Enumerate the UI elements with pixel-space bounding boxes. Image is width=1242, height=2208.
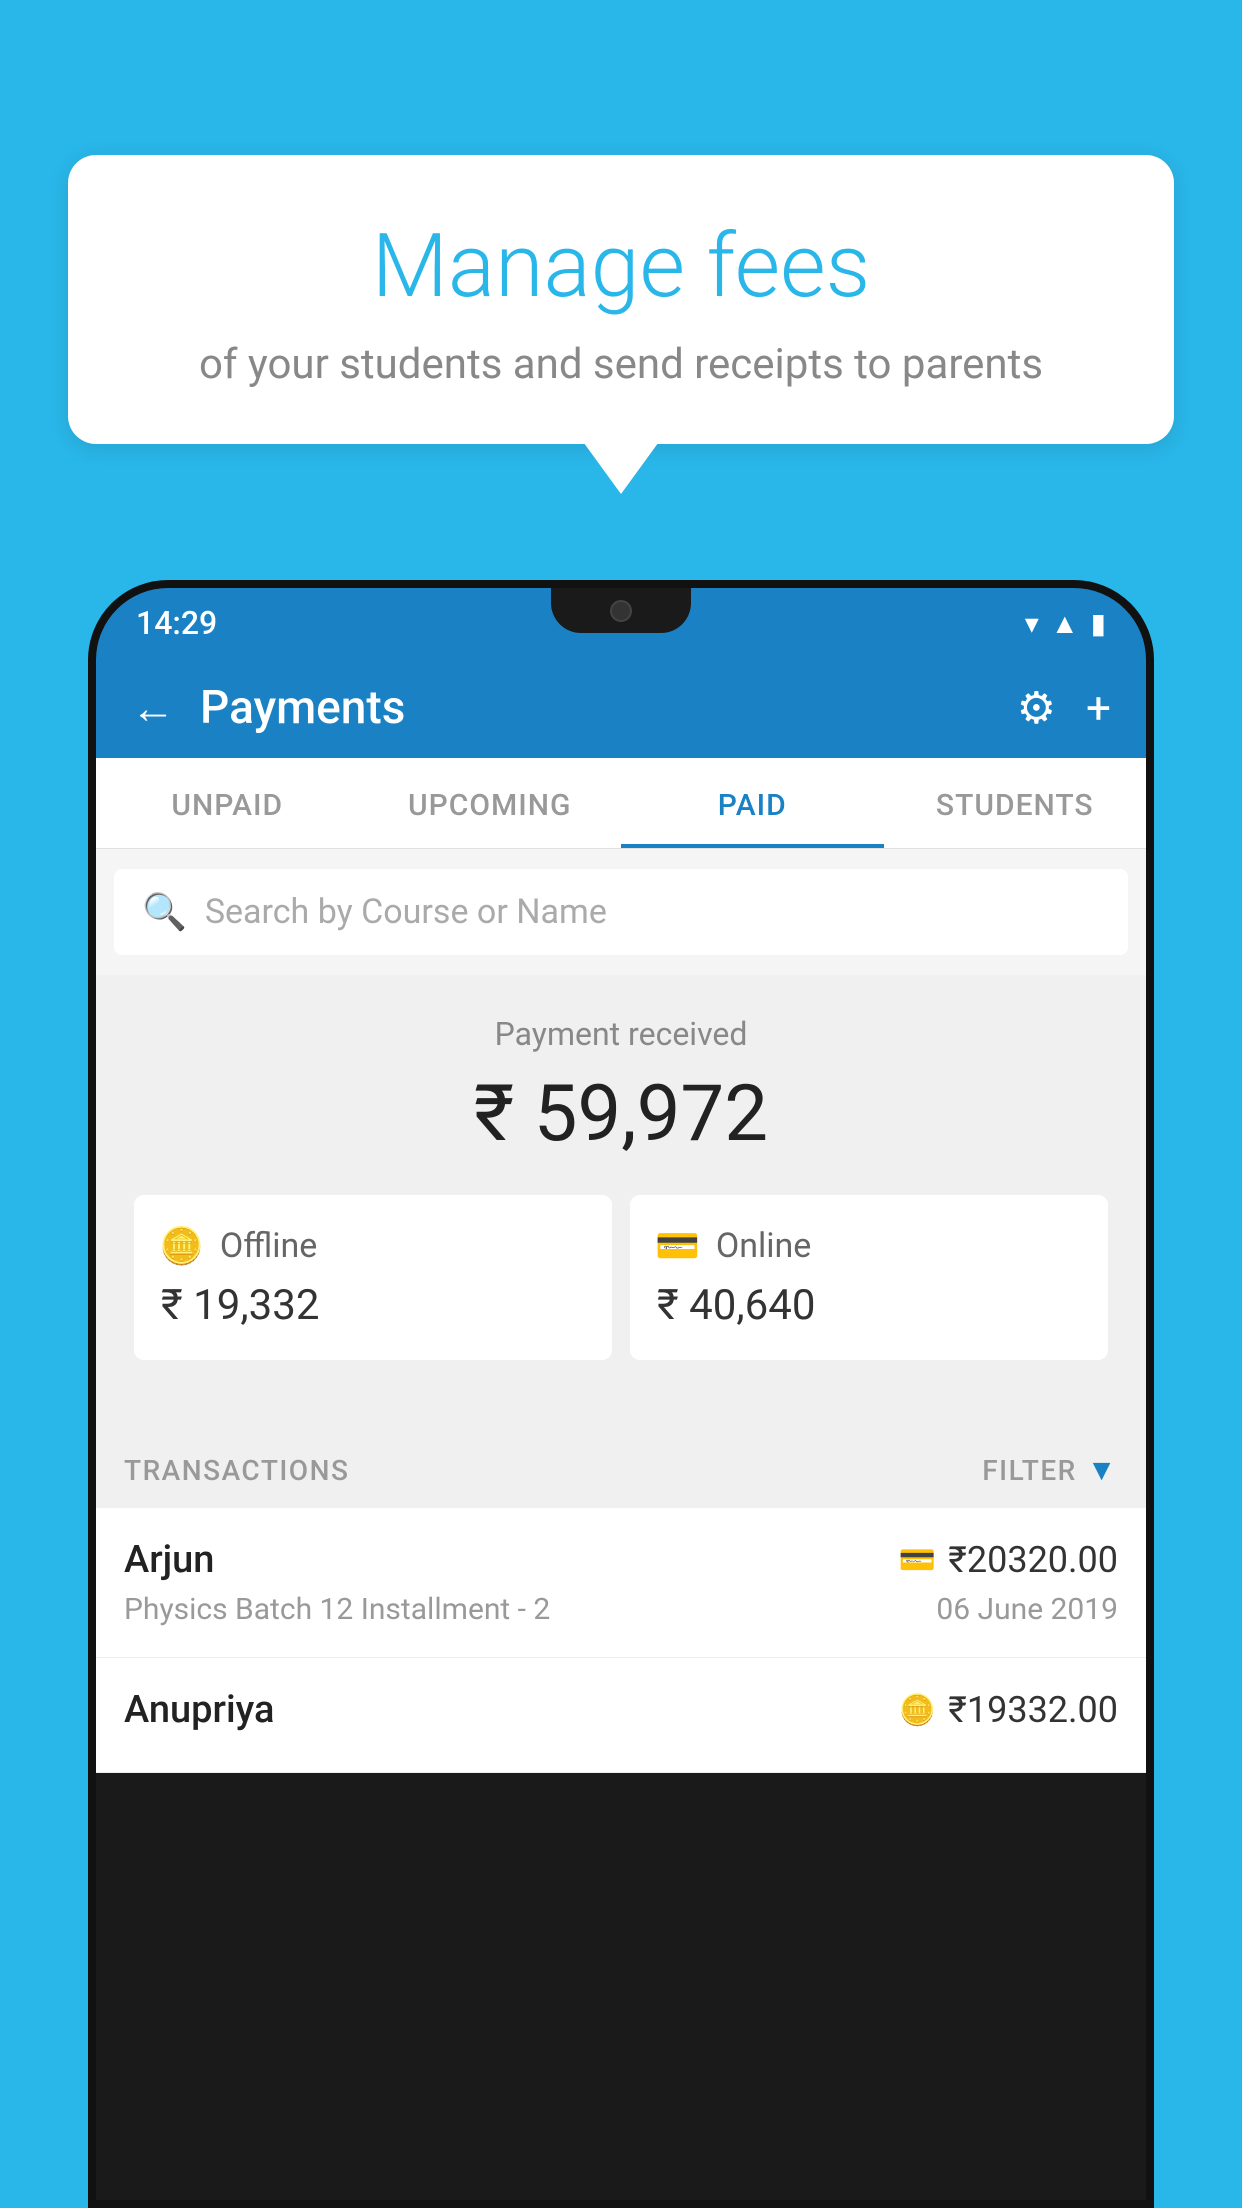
search-placeholder: Search by Course or Name bbox=[205, 892, 607, 932]
tab-paid[interactable]: PAID bbox=[621, 758, 884, 848]
filter-label: FILTER bbox=[982, 1454, 1077, 1487]
phone-mockup: 14:29 ▾ ▲ ▮ ← Payments ⚙ + UNPAID UPCOMI… bbox=[88, 580, 1154, 2208]
tab-students[interactable]: STUDENTS bbox=[884, 758, 1147, 848]
tab-bar: UNPAID UPCOMING PAID STUDENTS bbox=[96, 758, 1146, 849]
tab-unpaid[interactable]: UNPAID bbox=[96, 758, 359, 848]
transaction-amount: ₹20320.00 bbox=[948, 1539, 1118, 1581]
offline-amount: ₹ 19,332 bbox=[159, 1281, 587, 1330]
transaction-list: Arjun 💳 ₹20320.00 Physics Batch 12 Insta… bbox=[96, 1508, 1146, 1773]
status-time: 14:29 bbox=[136, 604, 217, 642]
bubble-title: Manage fees bbox=[118, 215, 1124, 318]
bubble-subtitle: of your students and send receipts to pa… bbox=[118, 340, 1124, 389]
header-title: Payments bbox=[200, 681, 992, 735]
transaction-name: Arjun bbox=[124, 1538, 214, 1582]
payment-cards: 🪙 Offline ₹ 19,332 💳 Online ₹ 40,640 bbox=[116, 1195, 1126, 1390]
online-icon: 💳 bbox=[655, 1225, 700, 1267]
offline-card: 🪙 Offline ₹ 19,332 bbox=[134, 1195, 612, 1360]
transaction-item: Arjun 💳 ₹20320.00 Physics Batch 12 Insta… bbox=[96, 1508, 1146, 1658]
transactions-header: TRANSACTIONS FILTER ▼ bbox=[96, 1425, 1146, 1508]
battery-icon: ▮ bbox=[1091, 607, 1106, 640]
back-button[interactable]: ← bbox=[131, 682, 175, 734]
online-pay-icon: 💳 bbox=[899, 1543, 936, 1578]
signal-icon: ▲ bbox=[1051, 607, 1079, 640]
tab-upcoming[interactable]: UPCOMING bbox=[359, 758, 622, 848]
transaction-course: Physics Batch 12 Installment - 2 bbox=[124, 1592, 550, 1627]
offline-label: Offline bbox=[220, 1226, 317, 1266]
offline-pay-icon: 🪙 bbox=[899, 1693, 936, 1728]
status-icons: ▾ ▲ ▮ bbox=[1025, 607, 1106, 640]
wifi-icon: ▾ bbox=[1025, 607, 1039, 640]
header-actions: ⚙ + bbox=[1017, 682, 1111, 734]
phone-notch bbox=[551, 588, 691, 633]
app-header: ← Payments ⚙ + bbox=[96, 658, 1146, 758]
transaction-item: Anupriya 🪙 ₹19332.00 bbox=[96, 1658, 1146, 1773]
speech-bubble-card: Manage fees of your students and send re… bbox=[68, 155, 1174, 444]
front-camera bbox=[610, 600, 632, 622]
offline-icon: 🪙 bbox=[159, 1225, 204, 1267]
add-icon[interactable]: + bbox=[1086, 682, 1111, 734]
transaction-name: Anupriya bbox=[124, 1688, 274, 1732]
online-card: 💳 Online ₹ 40,640 bbox=[630, 1195, 1108, 1360]
transaction-date: 06 June 2019 bbox=[936, 1592, 1118, 1627]
transactions-label: TRANSACTIONS bbox=[124, 1454, 349, 1487]
settings-icon[interactable]: ⚙ bbox=[1017, 682, 1056, 734]
online-label: Online bbox=[716, 1226, 812, 1266]
payment-received-label: Payment received bbox=[116, 1015, 1126, 1053]
payment-summary: Payment received ₹ 59,972 🪙 Offline ₹ 19… bbox=[96, 975, 1146, 1425]
search-bar[interactable]: 🔍 Search by Course or Name bbox=[114, 869, 1128, 955]
online-amount: ₹ 40,640 bbox=[655, 1281, 1083, 1330]
payment-total-amount: ₹ 59,972 bbox=[116, 1069, 1126, 1160]
transaction-amount: ₹19332.00 bbox=[948, 1689, 1118, 1731]
filter-button[interactable]: FILTER ▼ bbox=[982, 1453, 1118, 1488]
search-icon: 🔍 bbox=[142, 891, 187, 933]
screen-content: 🔍 Search by Course or Name Payment recei… bbox=[96, 849, 1146, 1773]
filter-icon: ▼ bbox=[1087, 1453, 1118, 1488]
